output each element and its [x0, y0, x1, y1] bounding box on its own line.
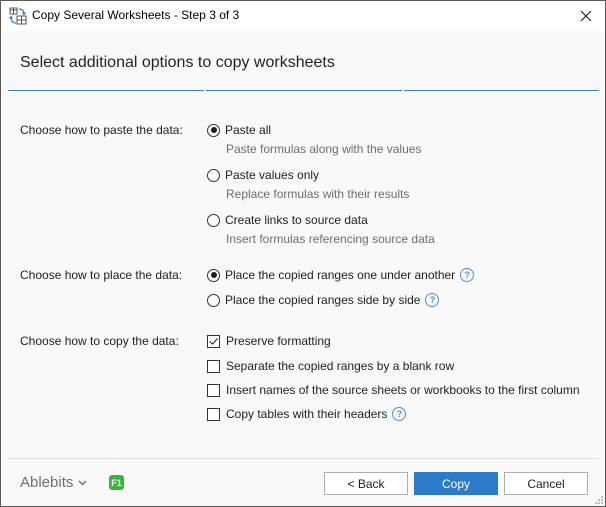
- option-label: Paste values only: [225, 168, 320, 182]
- option-label: Preserve formatting: [226, 334, 331, 348]
- radio-button[interactable]: [207, 123, 220, 137]
- step-1-line: [8, 90, 204, 91]
- cancel-button[interactable]: Cancel: [504, 472, 588, 495]
- radio-one-under-another[interactable]: Place the copied ranges one under anothe…: [207, 268, 475, 282]
- copy-group-label: Choose how to copy the data:: [20, 334, 179, 348]
- resize-grip-icon[interactable]: [595, 496, 603, 504]
- option-label: Create links to source data: [225, 213, 368, 227]
- radio-button[interactable]: [207, 293, 220, 307]
- chevron-down-icon: [78, 478, 87, 488]
- copy-button[interactable]: Copy: [414, 472, 498, 495]
- checkbox[interactable]: [207, 383, 220, 397]
- radio-button[interactable]: [207, 168, 220, 182]
- checkbox[interactable]: [207, 334, 220, 348]
- step-3-line: [404, 90, 599, 91]
- f1-help-badge[interactable]: F1: [109, 475, 124, 490]
- place-group-label: Choose how to place the data:: [20, 268, 183, 282]
- help-icon[interactable]: ?: [392, 407, 407, 421]
- option-description: Insert formulas referencing source data: [226, 232, 435, 246]
- checkbox-preserve-formatting[interactable]: Preserve formatting: [207, 334, 331, 348]
- help-icon[interactable]: ?: [425, 293, 440, 307]
- close-button[interactable]: [575, 5, 597, 27]
- dialog-window: Copy Several Worksheets - Step 3 of 3 Se…: [0, 0, 606, 507]
- title-bar: Copy Several Worksheets - Step 3 of 3: [1, 1, 605, 31]
- window-title: Copy Several Worksheets - Step 3 of 3: [32, 8, 240, 22]
- checkbox[interactable]: [207, 407, 220, 421]
- option-label: Place the copied ranges side by side: [225, 293, 421, 307]
- radio-side-by-side[interactable]: Place the copied ranges side by side ?: [207, 293, 440, 307]
- option-label: Insert names of the source sheets or wor…: [226, 383, 580, 397]
- footer-divider: [8, 458, 598, 459]
- option-description: Replace formulas with their results: [226, 187, 410, 201]
- back-button[interactable]: < Back: [324, 472, 408, 495]
- page-title: Select additional options to copy worksh…: [20, 54, 335, 71]
- radio-button[interactable]: [207, 268, 220, 282]
- close-icon: [580, 10, 592, 22]
- checkbox-insert-source-names[interactable]: Insert names of the source sheets or wor…: [207, 383, 580, 397]
- step-2-line: [206, 90, 402, 91]
- option-label: Copy tables with their headers: [226, 407, 388, 421]
- checkbox-separate-blank-row[interactable]: Separate the copied ranges by a blank ro…: [207, 359, 454, 373]
- ablebits-menu[interactable]: Ablebits: [20, 474, 87, 491]
- radio-paste-all[interactable]: Paste all: [207, 123, 271, 137]
- option-description: Paste formulas along with the values: [226, 142, 422, 156]
- copy-worksheets-icon: [9, 7, 27, 25]
- radio-create-links[interactable]: Create links to source data: [207, 213, 368, 227]
- checkbox-copy-table-headers[interactable]: Copy tables with their headers ?: [207, 407, 407, 421]
- option-label: Paste all: [225, 123, 272, 137]
- radio-button[interactable]: [207, 213, 220, 227]
- checkmark-icon: [209, 337, 218, 345]
- brand-label: Ablebits: [20, 474, 74, 491]
- option-label: Separate the copied ranges by a blank ro…: [226, 359, 455, 373]
- checkbox[interactable]: [207, 359, 220, 373]
- help-icon[interactable]: ?: [460, 268, 475, 282]
- option-label: Place the copied ranges one under anothe…: [225, 268, 456, 282]
- radio-paste-values-only[interactable]: Paste values only: [207, 168, 319, 182]
- paste-group-label: Choose how to paste the data:: [20, 123, 183, 137]
